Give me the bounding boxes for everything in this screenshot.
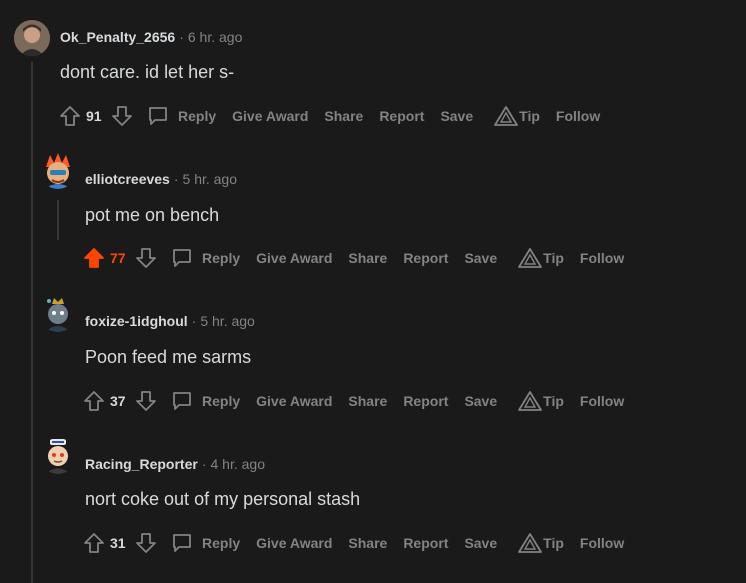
reply-label: Reply <box>178 108 217 124</box>
vote-score: 31 <box>110 535 126 551</box>
give-award-button[interactable]: Give Award <box>256 535 332 551</box>
avatar[interactable] <box>40 438 76 474</box>
follow-button[interactable]: Follow <box>580 535 624 551</box>
report-button[interactable]: Report <box>403 535 448 551</box>
chat-bubble-icon <box>146 104 170 128</box>
downvote-icon[interactable] <box>134 531 158 555</box>
timestamp[interactable]: 6 hr. ago <box>188 29 243 45</box>
downvote-icon[interactable] <box>134 389 158 413</box>
save-button[interactable]: Save <box>440 108 473 124</box>
give-award-button[interactable]: Give Award <box>256 393 332 409</box>
vote-score: 91 <box>86 108 102 124</box>
avatar[interactable] <box>14 20 50 56</box>
follow-button[interactable]: Follow <box>556 108 600 124</box>
report-button[interactable]: Report <box>379 108 424 124</box>
downvote-icon[interactable] <box>134 246 158 270</box>
comment-actions: 91 Reply Give Award Share Report Save Ti… <box>58 103 600 129</box>
save-button[interactable]: Save <box>464 393 497 409</box>
tip-label: Tip <box>543 250 564 266</box>
share-button[interactable]: Share <box>348 393 387 409</box>
username[interactable]: Racing_Reporter <box>85 456 198 472</box>
tip-triangle-icon <box>493 105 519 127</box>
comment-body: pot me on bench <box>85 205 220 225</box>
username[interactable]: Ok_Penalty_2656 <box>60 29 175 45</box>
save-button[interactable]: Save <box>464 535 497 551</box>
avatar[interactable] <box>40 153 76 189</box>
report-button[interactable]: Report <box>403 250 448 266</box>
comment-body: dont care. id let her s- <box>60 62 235 82</box>
tip-button[interactable]: Tip <box>517 247 564 269</box>
timestamp[interactable]: 5 hr. ago <box>200 313 255 329</box>
upvote-icon[interactable] <box>58 104 82 128</box>
tip-button[interactable]: Tip <box>493 105 540 127</box>
tip-button[interactable]: Tip <box>517 390 564 412</box>
upvote-icon[interactable] <box>82 246 106 270</box>
reply-button[interactable]: Reply <box>170 389 240 413</box>
avatar[interactable] <box>40 296 76 332</box>
follow-button[interactable]: Follow <box>580 393 624 409</box>
tip-label: Tip <box>543 535 564 551</box>
chat-bubble-icon <box>170 246 194 270</box>
vote-score: 77 <box>110 250 126 266</box>
reply-label: Reply <box>202 393 241 409</box>
upvote-icon[interactable] <box>82 389 106 413</box>
give-award-button[interactable]: Give Award <box>232 108 308 124</box>
downvote-icon[interactable] <box>110 104 134 128</box>
vote-score: 37 <box>110 393 126 409</box>
reply-button[interactable]: Reply <box>170 246 240 270</box>
tip-button[interactable]: Tip <box>517 532 564 554</box>
reply-button[interactable]: Reply <box>170 531 240 555</box>
chat-bubble-icon <box>170 531 194 555</box>
upvote-icon[interactable] <box>82 531 106 555</box>
save-button[interactable]: Save <box>464 250 497 266</box>
comment-actions: 37 Reply Give Award Share Report Save Ti… <box>82 388 624 414</box>
chat-bubble-icon <box>170 389 194 413</box>
reply-label: Reply <box>202 535 241 551</box>
share-button[interactable]: Share <box>324 108 363 124</box>
reply-label: Reply <box>202 250 241 266</box>
timestamp[interactable]: 4 hr. ago <box>210 456 265 472</box>
thread-line-reply[interactable] <box>57 200 59 240</box>
follow-button[interactable]: Follow <box>580 250 624 266</box>
timestamp[interactable]: 5 hr. ago <box>183 171 238 187</box>
share-button[interactable]: Share <box>348 250 387 266</box>
give-award-button[interactable]: Give Award <box>256 250 332 266</box>
tip-triangle-icon <box>517 390 543 412</box>
comment-body: Poon feed me sarms <box>85 347 252 367</box>
share-button[interactable]: Share <box>348 535 387 551</box>
comment-actions: 77 Reply Give Award Share Report Save Ti… <box>82 245 624 271</box>
tip-triangle-icon <box>517 532 543 554</box>
report-button[interactable]: Report <box>403 393 448 409</box>
tip-triangle-icon <box>517 247 543 269</box>
tip-label: Tip <box>543 393 564 409</box>
reply-button[interactable]: Reply <box>146 104 216 128</box>
comment-body: nort coke out of my personal stash <box>85 489 361 509</box>
thread-line-root[interactable] <box>31 62 33 583</box>
tip-label: Tip <box>519 108 540 124</box>
username[interactable]: foxize-1idghoul <box>85 313 188 329</box>
username[interactable]: elliotcreeves <box>85 171 170 187</box>
comment-actions: 31 Reply Give Award Share Report Save Ti… <box>82 530 624 556</box>
